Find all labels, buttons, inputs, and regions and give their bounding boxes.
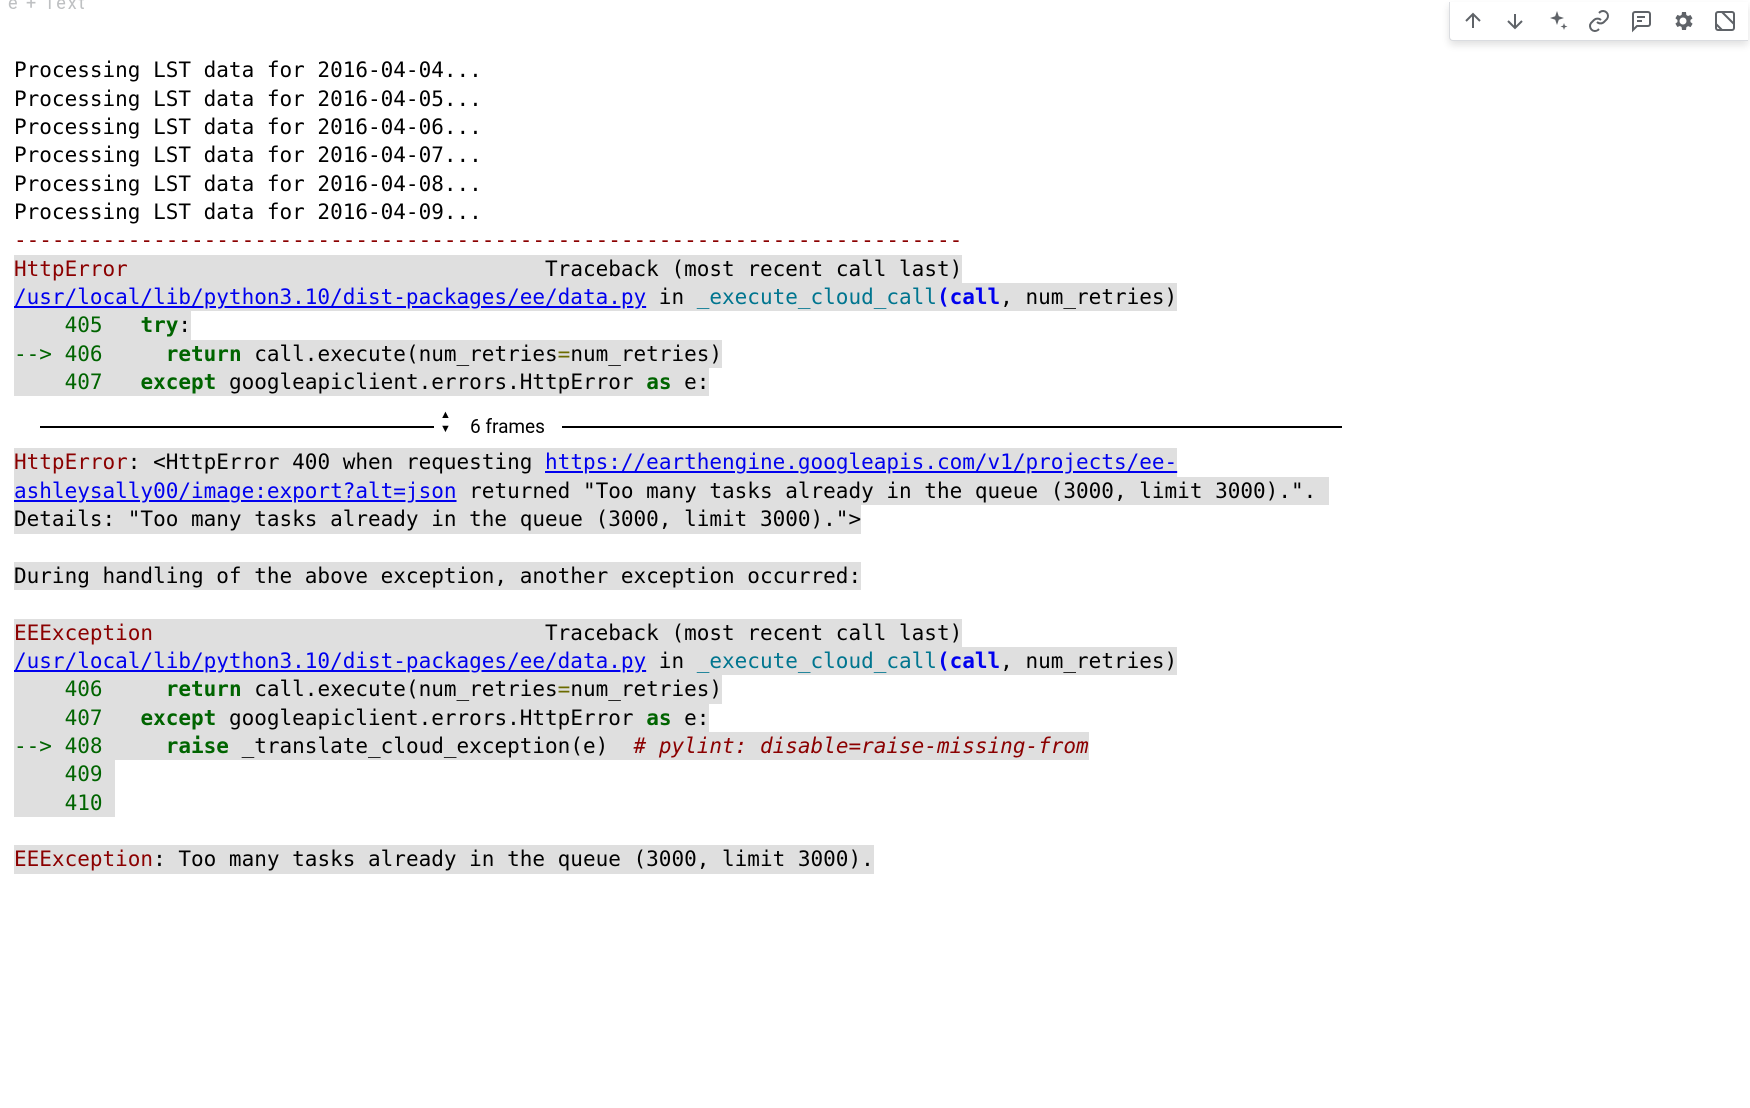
code: call.execute(num_retries (242, 342, 558, 366)
traceback-file-link[interactable]: /usr/local/lib/python3.10/dist-packages/… (14, 285, 646, 309)
lineno: 407 (65, 706, 103, 730)
comment: # pylint: disable=raise-missing-from (634, 734, 1089, 758)
stdout-line: Processing LST data for 2016-04-06... (14, 115, 482, 139)
code: _translate_cloud_exception(e) (229, 734, 634, 758)
sig: (call (937, 649, 1000, 673)
error-name: EEException (14, 621, 153, 645)
code: googleapiclient.errors.HttpError (216, 706, 646, 730)
kw: except (140, 370, 216, 394)
lineno: 406 (65, 342, 103, 366)
prefix (103, 734, 166, 758)
stdout-line: Processing LST data for 2016-04-08... (14, 172, 482, 196)
kw: except (140, 706, 216, 730)
cell-output: Processing LST data for 2016-04-04... Pr… (14, 28, 1750, 902)
kw: as (646, 706, 671, 730)
code: : (178, 313, 191, 337)
error-details-line: Details: "Too many tasks already in the … (14, 505, 861, 533)
marker: --> (14, 342, 65, 366)
sig-rest: , num_retries) (1000, 285, 1177, 309)
hidden-frames-divider: 6 frames (14, 412, 1344, 440)
error-url-part1[interactable]: https://earthengine.googleapis.com/v1/pr… (545, 450, 1177, 474)
lineno: 409 (65, 762, 103, 786)
kw: try (140, 313, 178, 337)
code: num_retries) (570, 342, 722, 366)
op: = (558, 342, 571, 366)
code: e: (671, 706, 709, 730)
prefix (103, 677, 166, 701)
colon: : (128, 450, 153, 474)
marker (14, 677, 65, 701)
sig: (call (937, 285, 1000, 309)
op: = (558, 677, 571, 701)
traceback-hr: ----------------------------------------… (14, 226, 962, 254)
final-error-name: EEException (14, 847, 153, 871)
prefix (103, 342, 166, 366)
traceback-header: Traceback (most recent call last) (545, 257, 962, 281)
kw: as (646, 370, 671, 394)
traceback-header: Traceback (most recent call last) (545, 621, 962, 645)
kw: return (166, 342, 242, 366)
marker (14, 313, 65, 337)
error-name: HttpError (14, 257, 128, 281)
in-word: in (646, 649, 697, 673)
kw: return (166, 677, 242, 701)
lineno: 408 (65, 734, 103, 758)
prefix (103, 370, 141, 394)
traceback-file-link[interactable]: /usr/local/lib/python3.10/dist-packages/… (14, 649, 646, 673)
code: num_retries) (570, 677, 722, 701)
final-error-msg: : Too many tasks already in the queue (3… (153, 847, 874, 871)
traceback-func: _execute_cloud_call (697, 649, 937, 673)
lineno: 405 (65, 313, 103, 337)
stdout-line: Processing LST data for 2016-04-09... (14, 200, 482, 224)
code: call.execute(num_retries (242, 677, 558, 701)
marker (14, 762, 65, 786)
marker (14, 370, 65, 394)
traceback-func: _execute_cloud_call (697, 285, 937, 309)
marker: --> (14, 734, 65, 758)
lineno: 406 (65, 677, 103, 701)
in-word: in (646, 285, 697, 309)
code: e: (671, 370, 709, 394)
marker (14, 791, 65, 815)
expand-frames-icon[interactable] (440, 408, 451, 436)
prefix (103, 313, 141, 337)
prefix (103, 706, 141, 730)
kw: raise (166, 734, 229, 758)
stdout-line: Processing LST data for 2016-04-04... (14, 58, 482, 82)
lineno: 410 (65, 791, 103, 815)
notebook-output-cell: { "toolbar": { "faint_hint": "e + Text" … (0, 0, 1750, 1108)
error-message-prelink: <HttpError 400 when requesting (153, 450, 545, 474)
insert-text-hint: e + Text (8, 0, 87, 16)
error-name: HttpError (14, 450, 128, 474)
frames-label[interactable]: 6 frames (470, 414, 545, 440)
lineno: 407 (65, 370, 103, 394)
marker (14, 706, 65, 730)
stdout-line: Processing LST data for 2016-04-07... (14, 143, 482, 167)
stdout-line: Processing LST data for 2016-04-05... (14, 87, 482, 111)
error-url-part2[interactable]: ashleysally00/image:export?alt=json (14, 479, 457, 503)
during-handling-msg: During handling of the above exception, … (14, 562, 861, 590)
sig-rest: , num_retries) (1000, 649, 1177, 673)
code: googleapiclient.errors.HttpError (216, 370, 646, 394)
